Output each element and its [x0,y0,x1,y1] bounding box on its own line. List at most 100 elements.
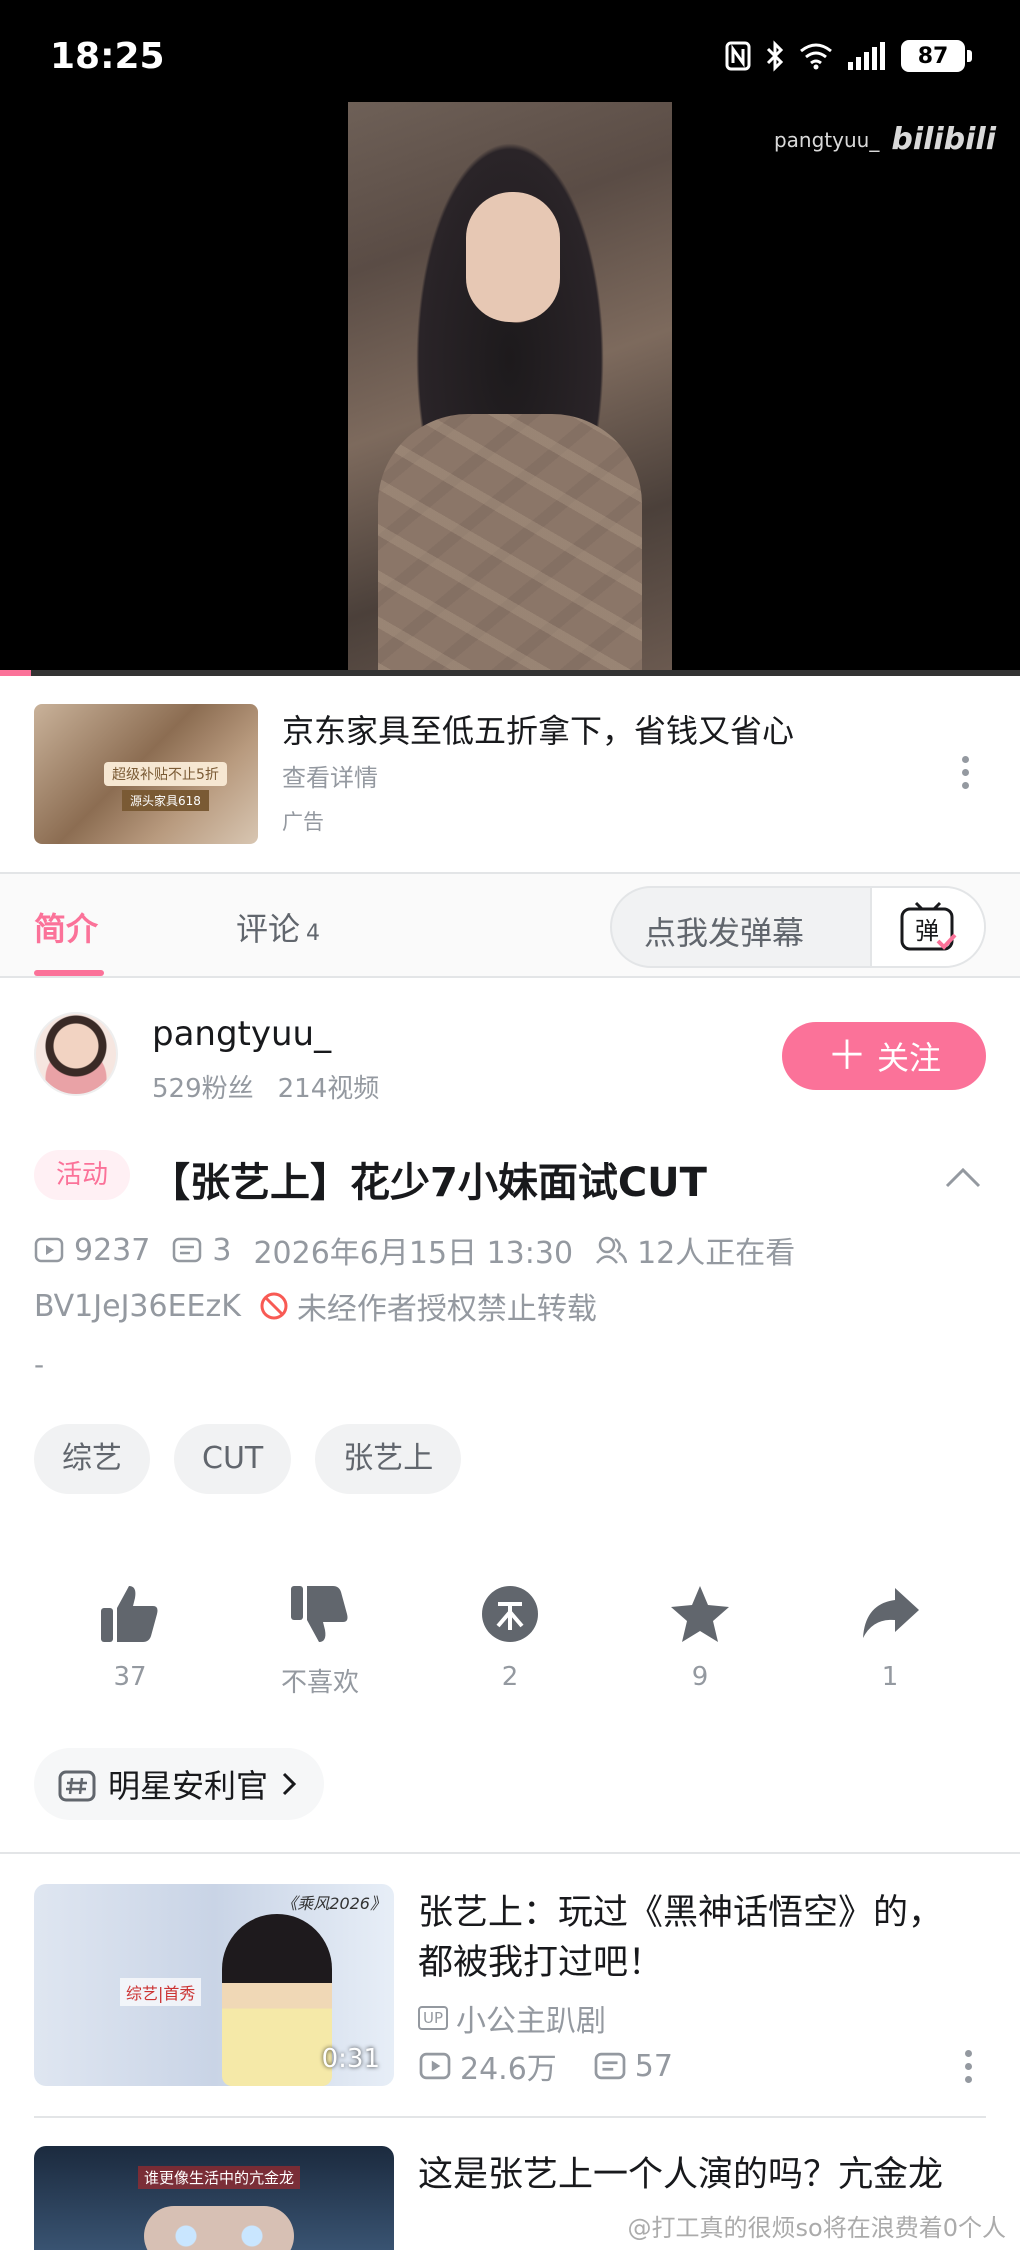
favorite-count: 9 [691,1662,709,1692]
thumb-corner-text: 《乘风2026》 [281,1894,386,1913]
tab-comments-count: 4 [306,921,321,946]
tag-item[interactable]: 综艺 [34,1424,150,1494]
up-badge-icon: UP [418,2006,449,2030]
tab-comments-label: 评论 [236,910,301,948]
avatar[interactable] [34,1012,118,1096]
ad-label: 广告 [282,810,324,834]
uploader-fans: 529粉丝 [152,1074,254,1104]
ad-thumb-text: 超级补贴不止5折 [104,762,227,786]
more-icon[interactable] [965,2050,972,2089]
follow-label: 关注 [876,1039,941,1077]
bluetooth-icon [766,40,784,72]
chevron-up-icon[interactable] [944,1166,982,1190]
svg-text:弹: 弹 [915,917,939,945]
divider [0,1852,1020,1854]
coin-count: 2 [501,1662,519,1692]
copyright-notice: 未经作者授权禁止转载 [296,1292,597,1327]
related-danmaku: 57 [634,2048,673,2084]
activity-badge[interactable]: 活动 [34,1150,131,1200]
thumb-tag: 综艺|首秀 [120,1978,202,2006]
dislike-label: 不喜欢 [280,1668,359,1698]
divider [34,2116,986,2118]
wifi-icon [800,43,832,70]
action-bar: 37 不喜欢 2 9 1 [60,1584,960,1699]
video-frame [348,102,672,674]
watching-count: 12人正在看 [637,1236,796,1271]
related-uploader[interactable]: UP 小公主趴剧 [418,1996,606,2040]
related-thumbnail[interactable]: 谁更像生活中的亢金龙 [34,2146,394,2250]
coin-icon [482,1586,538,1642]
video-player[interactable]: 18:25 87 pangtyuu_ bilibili [0,0,1020,676]
share-count: 1 [881,1662,899,1692]
bilibili-logo: bilibili [891,122,996,157]
ad-title[interactable]: 京东家具至低五折拿下，省钱又省心 [282,706,794,752]
related-views: 24.6万 [460,2052,557,2087]
share-button[interactable]: 1 [820,1584,960,1699]
danmaku-count: 3 [212,1232,232,1268]
topic-label: 明星安利官 [108,1767,269,1805]
star-icon [671,1586,729,1642]
watching-icon [596,1236,628,1264]
battery-indicator: 87 [901,40,972,72]
plus-icon: ＋ [826,1033,867,1079]
ad-more-icon[interactable] [960,756,970,795]
dislike-button[interactable]: 不喜欢 [250,1584,390,1699]
thumbs-down-icon [291,1586,348,1642]
danmaku-placeholder: 点我发弹幕 [644,914,805,952]
bvid[interactable]: BV1JeJ36EEzK [34,1289,241,1324]
play-count-icon [34,1237,64,1263]
like-button[interactable]: 37 [60,1584,200,1699]
danmaku-icon: 弹 [900,901,957,951]
danmaku-toggle-button[interactable]: 弹 [870,888,984,966]
watermark-user: pangtyuu_ [773,127,880,152]
share-icon [863,1588,919,1638]
related-stats: 24.6万 57 [418,2044,709,2088]
related-title[interactable]: 张艺上：玩过《黑神话悟空》的，都被我打过吧！ [418,1888,958,1988]
ad-detail-link[interactable]: 查看详情 [282,758,378,793]
video-watermark: pangtyuu_ bilibili [774,122,996,157]
tab-bar: 简介 评论 4 点我发弹幕 弹 [0,874,1020,978]
danmaku-input[interactable]: 点我发弹幕 弹 [610,886,986,968]
danmaku-count-icon [594,2052,626,2080]
signal-icon [848,42,885,70]
topic-chip[interactable]: 明星安利官 [34,1748,325,1820]
forbid-icon [260,1292,288,1320]
follow-button[interactable]: ＋ 关注 [782,1022,986,1090]
chevron-right-icon [282,1772,297,1796]
battery-level: 87 [901,40,965,72]
video-meta: 9237 3 2026年6月15日 13:30 12人正在看 [34,1228,817,1272]
related-thumbnail[interactable]: 综艺|首秀 《乘风2026》 0:31 [34,1884,394,2086]
tag-list: 综艺 CUT 张艺上 [34,1424,462,1494]
status-icons: 87 [725,40,972,72]
related-title[interactable]: 这是张艺上一个人演的吗？亢金龙 [418,2150,958,2200]
ad-thumbnail[interactable]: 超级补贴不止5折 源头家具618 [34,704,258,844]
video-meta-secondary: BV1JeJ36EEzK 未经作者授权禁止转载 [34,1284,597,1328]
danmaku-count-icon [173,1237,202,1263]
related-uploader-name: 小公主趴剧 [456,2004,607,2039]
tab-intro[interactable]: 简介 [34,904,98,950]
ad-banner[interactable]: 超级补贴不止5折 源头家具618 京东家具至低五折拿下，省钱又省心 查看详情 广… [0,676,1020,872]
favorite-button[interactable]: 9 [630,1584,770,1699]
video-title: 【张艺上】花少7小妹面试CUT [150,1160,707,1206]
ad-thumb-sub: 源头家具618 [122,790,209,811]
thumb-caption: 谁更像生活中的亢金龙 [138,2166,301,2189]
related-video-item[interactable]: 综艺|首秀 《乘风2026》 0:31 张艺上：玩过《黑神话悟空》的，都被我打过… [34,1884,986,2089]
uploader-name[interactable]: pangtyuu_ [152,1014,331,1054]
tag-item[interactable]: 张艺上 [315,1424,462,1494]
tag-item[interactable]: CUT [174,1424,292,1494]
like-count: 37 [113,1662,147,1692]
divider [0,976,1020,978]
thumbs-up-icon [101,1586,158,1642]
uploader-stats: 529粉丝 214视频 [152,1068,379,1105]
coin-button[interactable]: 2 [440,1584,580,1699]
nfc-icon [725,41,751,71]
video-description: - [34,1348,45,1381]
view-count: 9237 [74,1232,151,1268]
video-duration: 0:31 [321,2044,380,2074]
status-time: 18:25 [50,36,165,77]
tab-comments[interactable]: 评论 4 [236,904,320,950]
hashtag-icon [58,1770,96,1802]
play-count-icon [419,2052,451,2080]
footer-watermark: @打工真的很烦so将在浪费着0个人 [627,2214,1006,2242]
publish-date: 2026年6月15日 13:30 [253,1236,574,1271]
